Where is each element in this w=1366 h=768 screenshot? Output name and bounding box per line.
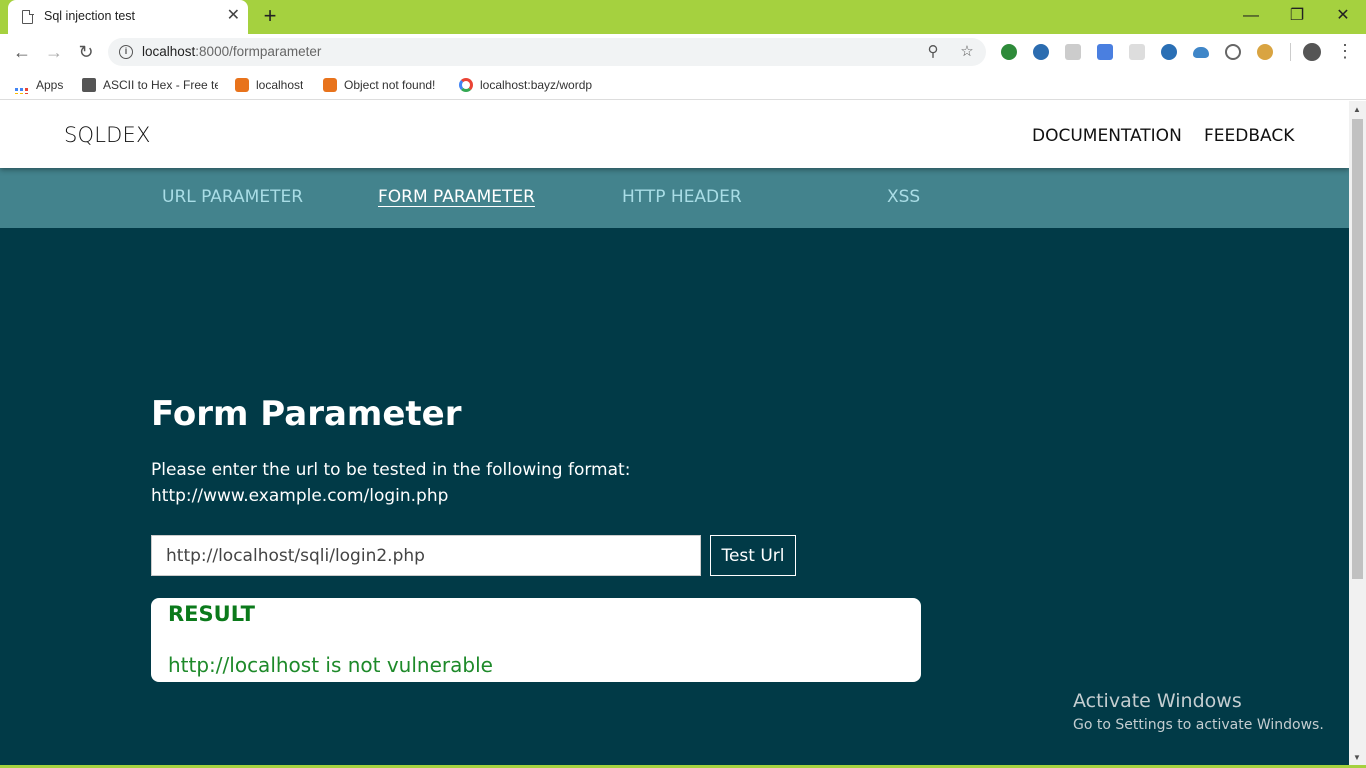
- menu-icon[interactable]: ⋮: [1336, 40, 1354, 62]
- documentation-link[interactable]: DOCUMENTATION: [1032, 126, 1182, 146]
- extension-cookie-icon[interactable]: [1257, 44, 1273, 60]
- extension-tool-icon[interactable]: [1225, 44, 1241, 60]
- watermark-subtitle: Go to Settings to activate Windows.: [1073, 717, 1324, 733]
- test-url-button[interactable]: Test Url: [710, 535, 796, 576]
- result-heading: RESULT: [168, 602, 255, 626]
- scroll-up-icon[interactable]: ▲: [1353, 105, 1361, 114]
- tab-strip: Sql injection test ✕ + — ❐ ✕: [0, 0, 1366, 34]
- extension-translate-icon[interactable]: [1097, 44, 1113, 60]
- bookmark-localhost[interactable]: localhost: [235, 76, 303, 94]
- extension-pdf-icon[interactable]: [1065, 44, 1081, 60]
- url-text: localhost:8000/formparameter: [142, 44, 322, 59]
- back-icon[interactable]: ←: [11, 41, 33, 63]
- xampp-icon: [235, 78, 249, 92]
- restore-button[interactable]: ❐: [1285, 4, 1309, 28]
- tab-url-parameter[interactable]: URL PARAMETER: [162, 187, 303, 207]
- extension-globe-icon[interactable]: [1033, 44, 1049, 60]
- close-window-button[interactable]: ✕: [1331, 4, 1355, 28]
- extension-globe-icon[interactable]: [1001, 44, 1017, 60]
- result-message: http://localhost is not vulnerable: [168, 653, 493, 677]
- feedback-link[interactable]: FEEDBACK: [1204, 126, 1294, 146]
- result-panel: RESULT http://localhost is not vulnerabl…: [151, 598, 921, 682]
- instructions-line: Please enter the url to be tested in the…: [151, 460, 631, 480]
- address-bar[interactable]: i localhost:8000/formparameter ⚲ ☆: [108, 38, 986, 66]
- browser-toolbar: ← → ↻ i localhost:8000/formparameter ⚲ ☆…: [0, 34, 1366, 70]
- apps-grid-icon: [15, 88, 28, 94]
- scroll-thumb[interactable]: [1352, 119, 1363, 579]
- watermark-title: Activate Windows: [1073, 690, 1242, 712]
- xampp-icon: [323, 78, 337, 92]
- tab-form-parameter[interactable]: FORM PARAMETER: [378, 187, 535, 207]
- bookmark-ascii[interactable]: ASCII to Hex - Free te: [82, 76, 218, 94]
- page-viewport: SQLDEX DOCUMENTATION FEEDBACK URL PARAME…: [0, 101, 1349, 768]
- ascii-icon: [82, 78, 96, 92]
- instructions: Please enter the url to be tested in the…: [151, 457, 630, 509]
- tab-xss[interactable]: XSS: [887, 187, 920, 207]
- extension-translate-icon[interactable]: [1129, 44, 1145, 60]
- bookmark-object-not-found[interactable]: Object not found!: [323, 76, 435, 94]
- profile-icon[interactable]: [1303, 43, 1321, 61]
- star-icon[interactable]: ☆: [958, 43, 976, 61]
- reload-icon[interactable]: ↻: [75, 41, 97, 63]
- tab-title: Sql injection test: [44, 9, 136, 23]
- site-brand[interactable]: SQLDEX: [64, 123, 151, 147]
- extension-cloud-icon[interactable]: [1193, 47, 1209, 58]
- toolbar-divider: [1290, 43, 1291, 61]
- info-icon[interactable]: i: [119, 45, 133, 59]
- page-icon: [22, 9, 34, 24]
- site-header: SQLDEX DOCUMENTATION FEEDBACK: [0, 101, 1349, 168]
- vertical-scrollbar[interactable]: ▲ ▼: [1349, 101, 1366, 768]
- windows-activation-watermark: Activate Windows Go to Settings to activ…: [1073, 689, 1324, 735]
- new-tab-button[interactable]: +: [260, 4, 280, 28]
- bookmark-wordpress[interactable]: localhost:bayz/wordp: [459, 76, 595, 94]
- bookmarks-bar: Apps ASCII to Hex - Free te localhost Ob…: [0, 70, 1366, 100]
- tab-http-header[interactable]: HTTP HEADER: [622, 187, 742, 207]
- sub-navigation: URL PARAMETER FORM PARAMETER HTTP HEADER…: [0, 168, 1349, 228]
- browser-tab[interactable]: Sql injection test ✕: [8, 0, 248, 34]
- url-input[interactable]: [151, 535, 701, 576]
- example-url: http://www.example.com/login.php: [151, 486, 449, 506]
- scroll-down-icon[interactable]: ▼: [1353, 753, 1361, 762]
- google-icon: [459, 78, 473, 92]
- page-title: Form Parameter: [151, 394, 462, 434]
- zoom-icon[interactable]: ⚲: [924, 43, 942, 61]
- extension-eye-icon[interactable]: [1161, 44, 1177, 60]
- tab-close-icon[interactable]: ✕: [227, 7, 240, 25]
- minimize-button[interactable]: —: [1239, 4, 1263, 28]
- bookmark-apps[interactable]: Apps: [15, 76, 63, 94]
- forward-icon[interactable]: →: [43, 41, 65, 63]
